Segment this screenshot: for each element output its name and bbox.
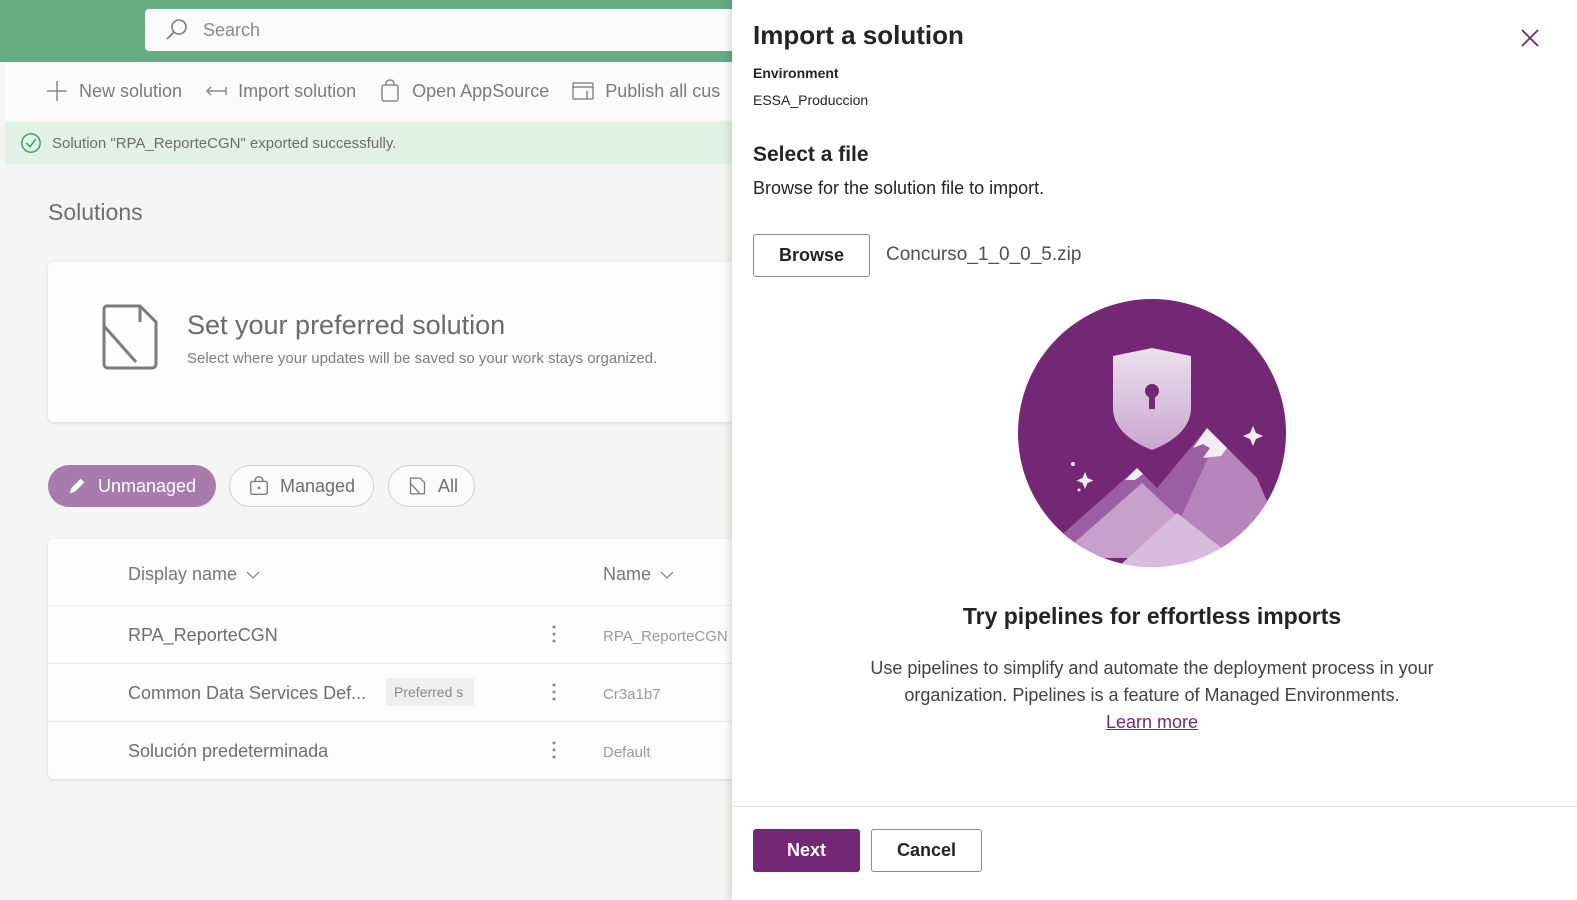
panel-title: Import a solution: [753, 20, 964, 50]
more-options-icon[interactable]: [546, 622, 562, 646]
search-placeholder: Search: [203, 19, 261, 40]
publish-all-label: Publish all cus: [605, 80, 721, 101]
briefcase-lock-icon: [250, 476, 268, 495]
plus-icon: [47, 81, 67, 101]
filter-unmanaged-label: Unmanaged: [98, 475, 197, 496]
select-file-title: Select a file: [753, 143, 869, 166]
promo-text: Use pipelines to simplify and automate t…: [870, 658, 1434, 705]
preferred-solution-card[interactable]: Set your preferred solution Select where…: [48, 262, 808, 422]
more-options-icon[interactable]: [546, 738, 562, 762]
column-name-label: Name: [603, 564, 652, 584]
import-solution-panel: Import a solution Environment ESSA_Produ…: [732, 0, 1577, 900]
filter-all[interactable]: All: [388, 465, 475, 507]
name-cell: Default: [603, 744, 651, 761]
table-row[interactable]: RPA_ReporteCGN RPA_ReporteCGN: [48, 606, 808, 664]
filter-managed[interactable]: Managed: [229, 465, 374, 507]
publish-all-button[interactable]: Publish all cus: [571, 79, 720, 103]
chevron-down-icon: [246, 571, 260, 579]
success-message-text: Solution "RPA_ReporteCGN" exported succe…: [52, 134, 397, 152]
filter-managed-label: Managed: [280, 475, 356, 496]
name-cell: RPA_ReporteCGN: [603, 628, 728, 645]
display-name-cell[interactable]: Solución predeterminada: [128, 741, 328, 762]
import-solution-button[interactable]: Import solution: [204, 79, 356, 103]
select-file-description: Browse for the solution file to import.: [753, 178, 1045, 198]
promo-title: Try pipelines for effortless imports: [962, 603, 1342, 629]
learn-more-link[interactable]: Learn more: [1106, 712, 1198, 732]
search-icon: [166, 19, 187, 40]
solutions-grid: Display name Name RPA_ReporteCGN RPA_Rep…: [48, 539, 808, 779]
cancel-button[interactable]: Cancel: [871, 829, 982, 872]
more-options-icon[interactable]: [546, 680, 562, 704]
preferred-solution-subtitle: Select where your updates will be saved …: [187, 350, 658, 367]
publish-icon: [572, 82, 594, 100]
new-solution-label: New solution: [79, 80, 183, 101]
next-button[interactable]: Next: [753, 829, 860, 872]
column-header-name[interactable]: Name: [603, 564, 675, 585]
grid-header: Display name Name: [48, 539, 808, 606]
open-appsource-label: Open AppSource: [412, 80, 550, 101]
preferred-badge: Preferred s: [386, 678, 474, 706]
solution-folder-icon: [102, 304, 158, 370]
filter-all-label: All: [437, 475, 458, 496]
display-name-cell[interactable]: RPA_ReporteCGN: [128, 625, 278, 646]
import-solution-label: Import solution: [238, 80, 357, 101]
solution-folder-icon: [409, 477, 426, 495]
close-icon[interactable]: [1518, 26, 1542, 50]
environment-value: ESSA_Produccion: [753, 92, 869, 108]
environment-label: Environment: [753, 65, 839, 81]
pipelines-illustration: [1018, 299, 1286, 567]
table-row[interactable]: Common Data Services Def... Preferred s …: [48, 664, 808, 722]
check-circle-icon: [21, 133, 41, 153]
new-solution-button[interactable]: New solution: [45, 79, 182, 103]
open-appsource-button[interactable]: Open AppSource: [378, 79, 549, 103]
promo-text-block: Use pipelines to simplify and automate t…: [852, 655, 1452, 736]
import-arrow-icon: [206, 86, 227, 96]
column-header-display-name[interactable]: Display name: [128, 564, 261, 585]
footer-divider: [732, 806, 1577, 807]
selected-file-name: Concurso_1_0_0_5.zip: [886, 244, 1082, 265]
column-display-name-label: Display name: [128, 564, 238, 584]
preferred-solution-title: Set your preferred solution: [187, 310, 506, 340]
pencil-icon: [69, 478, 85, 494]
page-title: Solutions: [48, 199, 143, 225]
browse-button[interactable]: Browse: [753, 234, 870, 277]
shopping-bag-icon: [381, 79, 399, 102]
table-row[interactable]: Solución predeterminada Default: [48, 722, 808, 780]
chevron-down-icon: [660, 571, 674, 579]
filter-unmanaged[interactable]: Unmanaged: [48, 465, 216, 507]
display-name-cell[interactable]: Common Data Services Def...: [128, 683, 366, 704]
name-cell: Cr3a1b7: [603, 686, 661, 703]
